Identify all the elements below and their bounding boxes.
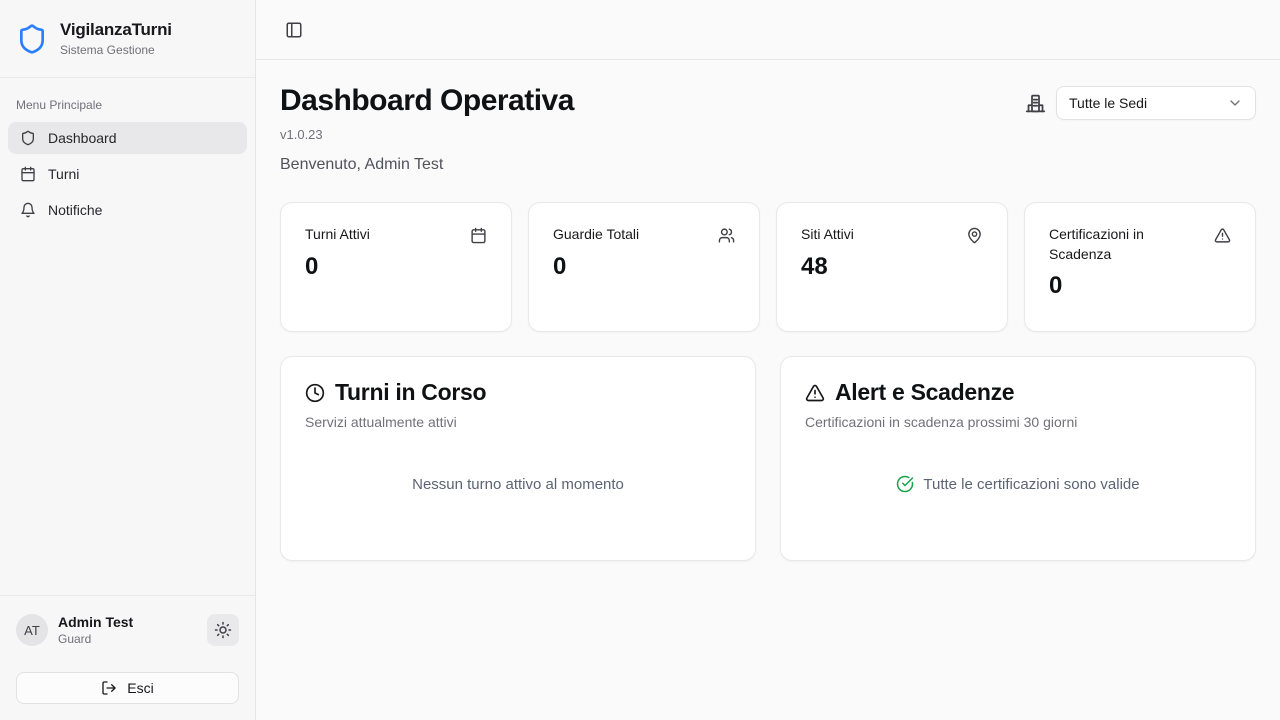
sidebar-item-turni[interactable]: Turni: [8, 158, 247, 190]
clock-icon: [305, 383, 325, 403]
stat-card-guardie-totali: Guardie Totali 0: [528, 202, 760, 332]
panel-turni-in-corso: Turni in Corso Servizi attualmente attiv…: [280, 356, 756, 561]
circle-check-icon: [896, 475, 914, 493]
user-profile-section: AT Admin Test Guard: [0, 595, 255, 646]
map-pin-icon: [966, 227, 983, 244]
user-name: Admin Test: [58, 614, 197, 630]
panel-title: Alert e Scadenze: [835, 379, 1014, 406]
panel-title: Turni in Corso: [335, 379, 486, 406]
app-window: VigilanzaTurni Sistema Gestione Menu Pri…: [0, 0, 1280, 720]
shield-logo-icon: [16, 23, 48, 55]
site-filter-controls: Tutte le Sedi: [1025, 86, 1256, 120]
sidebar-item-notifiche[interactable]: Notifiche: [8, 194, 247, 226]
building-icon: [1025, 93, 1046, 114]
dashboard-content: Dashboard Operativa v1.0.23 Benvenuto, A…: [256, 60, 1280, 720]
chevron-down-icon: [1227, 95, 1243, 111]
stat-card-siti-attivi: Siti Attivi 48: [776, 202, 1008, 332]
sidebar-item-label: Dashboard: [48, 130, 117, 146]
sidebar-item-label: Notifiche: [48, 202, 102, 218]
app-title: VigilanzaTurni: [60, 20, 172, 40]
logout-label: Esci: [127, 680, 153, 696]
app-logo-section: VigilanzaTurni Sistema Gestione: [0, 0, 255, 78]
sidebar-item-label: Turni: [48, 166, 79, 182]
alert-triangle-icon: [1214, 227, 1231, 244]
sidebar: VigilanzaTurni Sistema Gestione Menu Pri…: [0, 0, 256, 720]
stat-value: 0: [305, 253, 487, 281]
stat-card-certificazioni: Certificazioni in Scadenza 0: [1024, 202, 1256, 332]
logout-icon: [101, 680, 117, 696]
page-title: Dashboard Operativa: [280, 84, 574, 118]
logout-button[interactable]: Esci: [16, 672, 239, 704]
avatar: AT: [16, 614, 48, 646]
panel-subtitle: Certificazioni in scadenza prossimi 30 g…: [805, 414, 1231, 430]
welcome-message: Benvenuto, Admin Test: [280, 156, 574, 174]
sidebar-nav: Dashboard Turni Notifiche: [0, 122, 255, 226]
sidebar-toggle-button[interactable]: [280, 16, 308, 44]
stat-label: Guardie Totali: [553, 225, 639, 245]
app-version: v1.0.23: [280, 127, 574, 142]
sidebar-item-dashboard[interactable]: Dashboard: [8, 122, 247, 154]
theme-toggle-button[interactable]: [207, 614, 239, 646]
users-icon: [718, 227, 735, 244]
stat-label: Turni Attivi: [305, 225, 370, 245]
calendar-icon: [470, 227, 487, 244]
shield-icon: [20, 130, 36, 146]
stats-grid: Turni Attivi 0 Guardie Totali 0: [280, 202, 1256, 332]
user-role: Guard: [58, 632, 197, 646]
stat-value: 48: [801, 253, 983, 281]
alert-triangle-icon: [805, 383, 825, 403]
topbar: [256, 0, 1280, 60]
stat-value: 0: [553, 253, 735, 281]
calendar-icon: [20, 166, 36, 182]
stat-label: Certificazioni in Scadenza: [1049, 225, 1179, 264]
bell-icon: [20, 202, 36, 218]
menu-section-label: Menu Principale: [16, 98, 239, 112]
panel-left-icon: [285, 21, 303, 39]
app-subtitle: Sistema Gestione: [60, 43, 172, 57]
site-filter-value: Tutte le Sedi: [1069, 95, 1147, 111]
panel-subtitle: Servizi attualmente attivi: [305, 414, 731, 430]
panel-alert-scadenze: Alert e Scadenze Certificazioni in scade…: [780, 356, 1256, 561]
empty-state-message: Nessun turno attivo al momento: [412, 476, 624, 493]
panels-grid: Turni in Corso Servizi attualmente attiv…: [280, 356, 1256, 561]
stat-card-turni-attivi: Turni Attivi 0: [280, 202, 512, 332]
sun-icon: [214, 621, 232, 639]
page-header: Dashboard Operativa v1.0.23 Benvenuto, A…: [280, 84, 1256, 174]
main-area: Dashboard Operativa v1.0.23 Benvenuto, A…: [256, 0, 1280, 720]
stat-value: 0: [1049, 272, 1231, 300]
empty-state-message: Tutte le certificazioni sono valide: [923, 476, 1139, 493]
site-filter-select[interactable]: Tutte le Sedi: [1056, 86, 1256, 120]
stat-label: Siti Attivi: [801, 225, 854, 245]
